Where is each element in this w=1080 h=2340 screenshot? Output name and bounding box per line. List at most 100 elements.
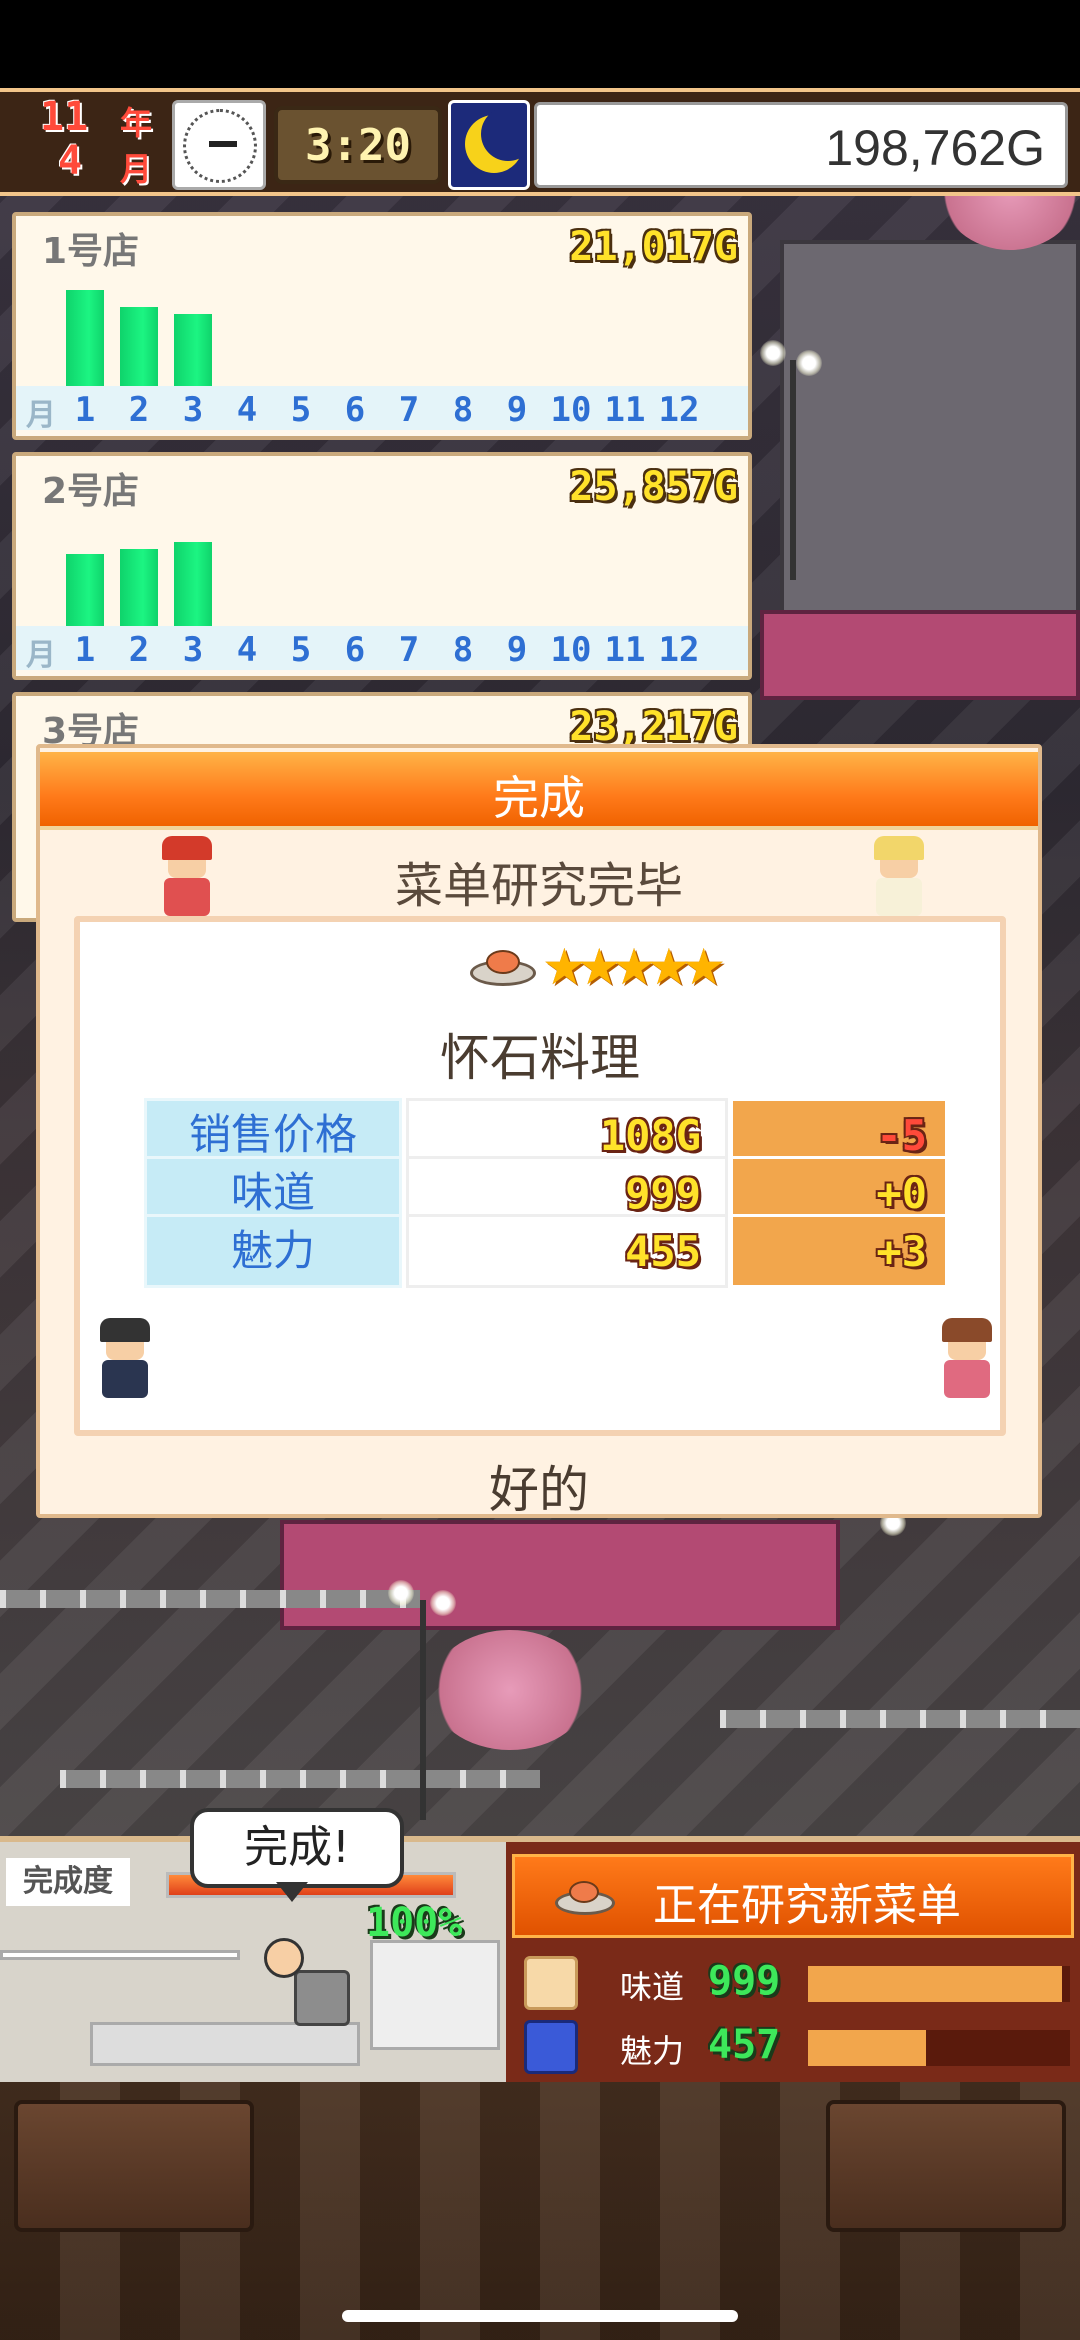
money-amount: 198,762G xyxy=(825,120,1045,176)
dialog-title: 完成 xyxy=(493,771,585,825)
waitress-character xyxy=(152,836,222,916)
research-bar xyxy=(808,1966,1070,2002)
store-name: 1号店 xyxy=(42,231,140,272)
cooking-pot xyxy=(294,1970,350,2026)
stat-change: +3 xyxy=(876,1227,927,1276)
chef-character xyxy=(264,1938,304,1978)
restaurant-roof xyxy=(280,1520,840,1630)
month-tick: 12 xyxy=(658,630,700,670)
speech-bubble: 完成! xyxy=(190,1808,404,1888)
dish-icon xyxy=(555,1877,615,1917)
month-tick: 10 xyxy=(550,390,592,430)
building xyxy=(780,240,1080,620)
street-lamp xyxy=(760,340,786,366)
ok-button[interactable]: 好的 xyxy=(40,1450,1038,1519)
staff-character xyxy=(864,836,934,916)
month-number: 4 xyxy=(58,138,83,184)
month-tick: 6 xyxy=(344,630,366,670)
home-indicator[interactable] xyxy=(342,2310,738,2322)
chef-character xyxy=(90,1318,160,1398)
month-tick: 8 xyxy=(452,390,474,430)
stat-row-appeal: 魅力 455 +3 xyxy=(144,1214,948,1288)
month-tick: 3 xyxy=(182,630,204,670)
bottom-frame xyxy=(0,2082,1080,2340)
stat-change: -5 xyxy=(876,1111,927,1160)
time-display: 3:20 xyxy=(274,106,442,184)
research-value: 457 xyxy=(708,2022,781,2068)
sales-bar xyxy=(66,554,104,627)
month-axis: 月 1 2 3 4 5 6 7 8 9 10 11 12 xyxy=(16,386,748,433)
research-bar-fill xyxy=(808,1966,1063,2002)
month-tick: 1 xyxy=(74,630,96,670)
sales-bar xyxy=(120,549,158,627)
month-tick: 2 xyxy=(128,630,150,670)
month-tick: 7 xyxy=(398,390,420,430)
progress-label: 完成度 xyxy=(6,1858,130,1906)
month-axis-label: 月 xyxy=(26,398,56,433)
month-tick: 11 xyxy=(604,390,646,430)
moon-icon xyxy=(448,100,530,190)
sales-bar xyxy=(174,314,212,387)
taste-icon xyxy=(524,1956,578,2010)
month-tick: 11 xyxy=(604,630,646,670)
stat-label: 魅力 xyxy=(144,1214,402,1288)
street-lamp xyxy=(388,1580,414,1606)
research-label: 味道 xyxy=(620,1968,685,2006)
stat-value: 455 xyxy=(625,1227,701,1276)
month-tick: 2 xyxy=(128,390,150,430)
cherry-tree xyxy=(430,1630,590,1750)
store-chart-2[interactable]: 2号店 25,857G 月 1 2 3 4 5 6 7 8 9 10 11 12 xyxy=(12,452,752,680)
stat-change-box: +3 xyxy=(730,1214,948,1288)
research-bar-fill xyxy=(808,2030,926,2066)
fence xyxy=(60,1770,540,1788)
research-value: 999 xyxy=(708,1958,781,2004)
stat-value-box: 455 xyxy=(406,1214,728,1288)
money-display: 198,762G xyxy=(534,102,1068,188)
kitchen-scene xyxy=(0,1930,506,2080)
month-tick: 6 xyxy=(344,390,366,430)
lamp-pole xyxy=(790,360,796,580)
month-tick: 4 xyxy=(236,630,258,670)
stat-value: 108G xyxy=(599,1111,701,1160)
dialog-header: 完成 xyxy=(40,752,1038,830)
research-label: 魅力 xyxy=(620,2032,685,2070)
dish-rating-stars: ★★★★★ xyxy=(542,938,726,996)
stat-change: +0 xyxy=(876,1169,927,1218)
right-menu-button[interactable] xyxy=(826,2100,1066,2232)
appeal-icon xyxy=(524,2020,578,2074)
month-tick: 5 xyxy=(290,630,312,670)
research-header: 正在研究新菜单 xyxy=(512,1854,1074,1938)
store-sales-amount: 25,857G xyxy=(569,464,738,510)
date-display: 11 年 4 月 xyxy=(8,94,163,190)
street-lamp xyxy=(796,350,822,376)
fence xyxy=(0,1590,420,1608)
research-title: 正在研究新菜单 xyxy=(653,1880,961,1931)
sales-bar-chart xyxy=(16,508,748,630)
month-tick: 9 xyxy=(506,390,528,430)
fence xyxy=(720,1710,1080,1728)
research-complete-dialog: 完成 菜单研究完毕 ★★★★★ 怀石料理 销售价格 108G -5 味道 999… xyxy=(36,744,1042,1519)
new-menu-research-panel[interactable]: 正在研究新菜单 味道 999 魅力 457 xyxy=(506,1836,1080,2082)
month-axis: 月 1 2 3 4 5 6 7 8 9 10 11 12 xyxy=(16,626,748,673)
sales-bar-chart xyxy=(16,268,748,390)
year-unit: 年 xyxy=(120,104,153,142)
dish-icon xyxy=(470,946,536,986)
speech-bubble-tail xyxy=(276,1882,308,1902)
maid-character xyxy=(932,1318,1002,1398)
status-bar: 11 年 4 月 3:20 198,762G xyxy=(0,88,1080,196)
lamp-pole xyxy=(420,1600,426,1820)
month-tick: 12 xyxy=(658,390,700,430)
month-axis-label: 月 xyxy=(26,638,56,673)
time-text: 3:20 xyxy=(305,120,411,171)
month-tick: 8 xyxy=(452,630,474,670)
store-chart-1[interactable]: 1号店 21,017G 月 1 2 3 4 5 6 7 8 9 10 11 12 xyxy=(12,212,752,440)
month-tick: 3 xyxy=(182,390,204,430)
sales-bar xyxy=(66,290,104,387)
year-number: 11 xyxy=(40,94,89,140)
month-tick: 10 xyxy=(550,630,592,670)
month-tick: 7 xyxy=(398,630,420,670)
left-menu-button[interactable] xyxy=(14,2100,254,2232)
store-sales-amount: 21,017G xyxy=(569,224,738,270)
research-bar xyxy=(808,2030,1070,2066)
stat-value: 999 xyxy=(625,1169,701,1218)
